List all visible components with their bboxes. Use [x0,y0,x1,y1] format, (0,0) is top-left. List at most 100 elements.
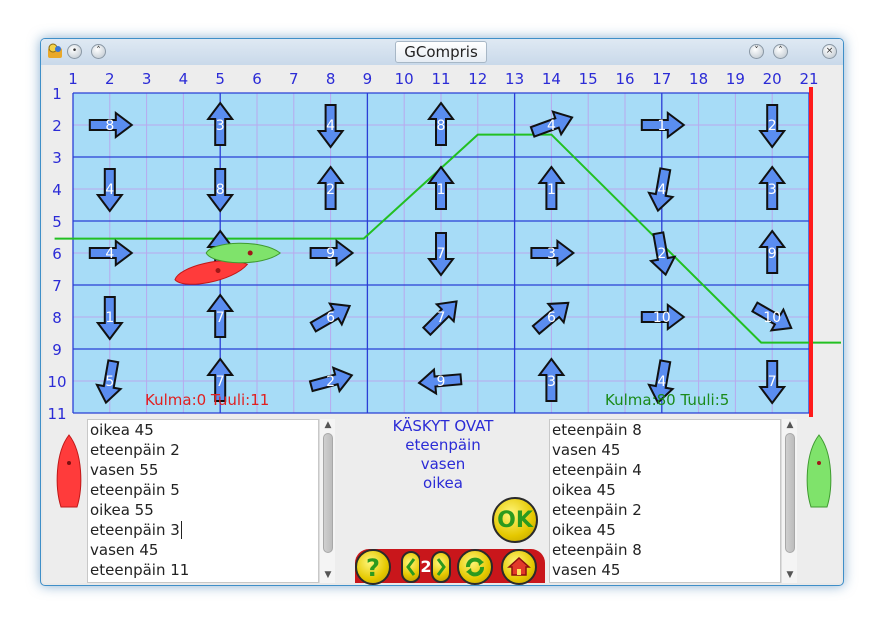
wind-strength-label: 3 [216,118,225,134]
program-line: vasen 45 [552,561,621,579]
wind-strength-label: 1 [657,118,666,134]
x-axis-label: 13 [505,70,524,88]
program-line: eteenpäin 11 [90,561,190,579]
green-program-scrollbar[interactable]: ▲ ▼ [781,419,797,583]
program-line: eteenpäin 8 [552,541,642,559]
chevron-left-icon [406,558,416,576]
wind-strength-label: 9 [437,374,446,390]
x-axis-label: 14 [542,70,561,88]
y-axis-label: 7 [52,277,62,295]
command-item: oikea [423,474,463,492]
command-item: vasen [420,455,466,473]
y-axis-label: 5 [52,213,62,231]
commands-title: KÄSKYT OVAT [392,417,494,435]
scroll-up-icon[interactable]: ▲ [782,420,798,432]
help-button[interactable]: ? [355,549,391,585]
y-axis-label: 8 [52,309,62,327]
program-line: eteenpäin 8 [552,421,642,439]
wind-strength-label: 4 [326,118,335,134]
scroll-thumb[interactable] [785,433,795,553]
wind-strength-label: 7 [768,374,777,390]
ok-button[interactable]: OK [492,497,538,543]
x-axis-label: 17 [652,70,671,88]
x-axis-label: 2 [105,70,115,88]
x-axis-label: 16 [615,70,634,88]
x-axis-label: 8 [326,70,336,88]
wind-strength-label: 8 [105,118,114,134]
x-axis-label: 10 [395,70,414,88]
ok-icon: OK [497,508,533,533]
green-boat-icon [806,434,832,508]
wind-strength-label: 7 [216,374,225,390]
program-line: vasen 55 [90,461,159,479]
wind-strength-label: 2 [768,118,777,134]
title-bar: • ˄ GCompris ˅ ˄ × [41,39,843,65]
program-line: vasen 45 [552,441,621,459]
x-axis-label: 5 [215,70,225,88]
scroll-up-icon[interactable]: ▲ [320,420,336,432]
program-line: eteenpäin 3 [90,521,182,539]
wind-strength-label: 4 [657,182,666,198]
y-axis-label: 2 [52,117,62,135]
program-line: eteenpäin 5 [90,481,180,499]
x-axis-label: 7 [289,70,299,88]
y-axis-label: 9 [52,341,62,359]
scroll-thumb[interactable] [323,433,333,553]
home-button[interactable] [501,549,537,585]
y-axis-label: 11 [47,405,66,419]
green-boat-status: Kulma:80 Tuuli:5 [605,391,729,409]
home-icon [507,556,531,576]
wind-strength-label: 4 [105,182,114,198]
scroll-down-icon[interactable]: ▼ [782,570,798,582]
level-next-button[interactable] [431,551,451,583]
program-line: oikea 45 [552,521,616,539]
wind-strength-label: 8 [437,118,446,134]
green-boat-mast [247,250,253,256]
program-line: oikea 55 [90,501,154,519]
wind-strength-label: 1 [547,182,556,198]
command-item: eteenpäin [405,436,481,454]
red-program-scrollbar[interactable]: ▲ ▼ [319,419,335,583]
reload-icon [466,557,484,577]
wind-strength-label: 4 [657,374,666,390]
wind-strength-label: 9 [768,246,777,262]
wind-strength-label: 7 [437,246,446,262]
wind-strength-label: 6 [547,310,556,326]
commands-panel: KÄSKYT OVAT eteenpäin vasen oikea [343,417,543,493]
scroll-down-icon[interactable]: ▼ [320,570,336,582]
y-axis-label: 3 [52,149,62,167]
minimize-button[interactable]: ˅ [749,44,764,59]
app-menu-icon[interactable] [47,43,63,59]
x-axis-label: 15 [579,70,598,88]
x-axis-label: 20 [763,70,782,88]
close-button[interactable]: × [822,44,837,59]
x-axis-label: 9 [363,70,373,88]
program-line: eteenpäin 2 [90,441,180,459]
x-axis-label: 3 [142,70,152,88]
chevron-right-icon [436,558,446,576]
green-program-list[interactable]: eteenpäin 8 vasen 45 eteenpäin 4 oikea 4… [549,419,781,583]
y-axis-label: 1 [52,85,62,103]
keep-below-button[interactable]: • [67,44,82,59]
sailing-board: 1 2 3 4 5 6 7 8 9 10 11 12 13 14 15 16 17 18 19 20 211234567… [47,70,841,419]
wind-strength-label: 10 [653,310,671,326]
wind-strength-label: 2 [657,246,666,262]
keep-above-button[interactable]: ˄ [91,44,106,59]
wind-strength-label: 8 [216,182,225,198]
level-previous-button[interactable] [401,551,421,583]
red-boat-status: Kulma:0 Tuuli:11 [145,391,269,409]
help-icon: ? [366,554,380,582]
maximize-button[interactable]: ˄ [773,44,788,59]
red-boat-icon [56,434,82,508]
reload-button[interactable] [457,549,493,585]
wind-strength-label: 1 [105,310,114,326]
red-program-list[interactable]: oikea 45 eteenpäin 2 vasen 55 eteenpäin … [87,419,319,583]
game-area: 1 2 3 4 5 6 7 8 9 10 11 12 13 14 15 16 17 18 19 20 21 1 2 3 4 5 6 7… [43,65,841,585]
wind-strength-label: 2 [326,374,335,390]
y-axis-label: 6 [52,245,62,263]
x-axis-label: 12 [468,70,487,88]
wind-strength-label: 6 [326,310,335,326]
program-line: eteenpäin 4 [552,461,642,479]
app-window: • ˄ GCompris ˅ ˄ × 1 2 3 4 5 6 7 8 9 10 11 12 13 14 15… [40,38,844,586]
wind-strength-label: 3 [547,246,556,262]
